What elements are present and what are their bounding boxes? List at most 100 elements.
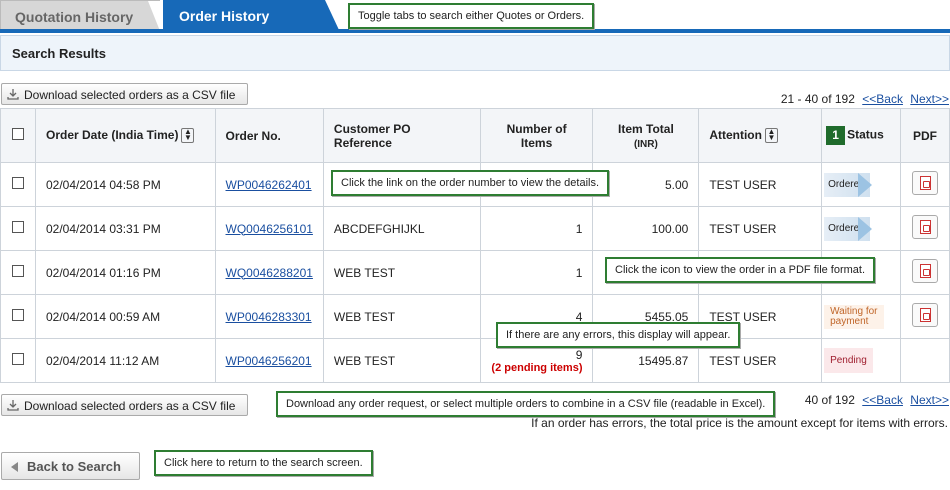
status-cell: Waiting for payment xyxy=(821,294,901,339)
row-checkbox[interactable] xyxy=(11,265,24,277)
row-checkbox[interactable] xyxy=(11,221,24,233)
callout-back: Click here to return to the search scree… xyxy=(154,450,373,476)
status-badge: Ordered xyxy=(824,216,873,241)
row-checkbox-cell xyxy=(0,162,36,207)
order-no-header: Order No. xyxy=(214,108,324,163)
status-cell: Ordered xyxy=(821,162,901,207)
pager-range: 40 of 192 xyxy=(804,393,855,407)
select-all-checkbox[interactable] xyxy=(11,128,24,140)
table-row: 02/04/2014 11:12 AM WP0046256201 WEB TES… xyxy=(0,338,950,383)
tab-underline xyxy=(0,29,950,33)
back-to-search-label: Back to Search xyxy=(27,459,121,474)
order-number-link[interactable]: WQ0046256101 xyxy=(226,222,313,236)
tab-order-history[interactable]: Order History xyxy=(163,0,339,30)
callout-errors: If there are any errors, this display wi… xyxy=(496,322,741,348)
download-csv-button-bottom[interactable]: Download selected orders as a CSV file xyxy=(1,394,248,416)
order-date: 02/04/2014 01:16 PM xyxy=(34,250,216,295)
status-line2: payment xyxy=(830,315,869,327)
pdf-icon[interactable] xyxy=(911,215,938,239)
order-date-header: Order Date (India Time) ▲ ▼ xyxy=(34,108,216,163)
customer-po: ABCDEFGHIJKL xyxy=(322,206,481,251)
item-total: 100.00 xyxy=(592,206,700,251)
row-checkbox[interactable] xyxy=(11,309,24,321)
table-row: 02/04/2014 00:59 AM WP0046283301 WEB TES… xyxy=(0,294,950,339)
item-total-header-line1: Item Total xyxy=(618,121,674,136)
callout-csv: Download any order request, or select mu… xyxy=(276,391,776,417)
pdf-cell xyxy=(899,162,950,207)
order-number-link[interactable]: WP0046283301 xyxy=(226,310,312,324)
order-no-cell: WQ0046256101 xyxy=(214,206,324,251)
status-cell: Ordered xyxy=(821,206,901,251)
pager-range: 21 - 40 of 192 xyxy=(780,92,855,106)
sort-icon[interactable]: ▲ ▼ xyxy=(181,128,195,144)
sort-icon[interactable]: ▲ ▼ xyxy=(764,128,778,144)
orders-table: Order Date (India Time) ▲ ▼ Order No. Cust… xyxy=(0,108,950,383)
order-no-cell: WP0046283301 xyxy=(214,294,324,339)
order-date-header-label: Order Date (India Time) xyxy=(45,127,179,142)
order-number-link[interactable]: WP0046262401 xyxy=(226,178,312,192)
pager-back-link[interactable]: <<Back xyxy=(862,92,903,106)
order-number-link[interactable]: WP0046256201 xyxy=(226,354,312,368)
row-checkbox-cell xyxy=(0,206,36,251)
pager-top: 21 - 40 of 192 <<Back Next>> xyxy=(781,92,949,106)
order-date: 02/04/2014 11:12 AM xyxy=(34,338,216,383)
pager-next-link[interactable]: Next>> xyxy=(910,393,949,407)
row-checkbox[interactable] xyxy=(11,177,24,189)
customer-po-header: Customer PO Reference xyxy=(322,108,481,163)
back-to-search-button[interactable]: Back to Search xyxy=(1,452,140,480)
pdf-cell xyxy=(899,250,950,295)
download-icon xyxy=(7,89,19,100)
row-checkbox-cell xyxy=(0,338,36,383)
customer-po-header-line2: Reference xyxy=(333,135,392,150)
pager-back-link[interactable]: <<Back xyxy=(862,393,903,407)
status-badge: Ordered xyxy=(824,172,873,197)
tab-quotation-history[interactable]: Quotation History xyxy=(0,0,160,31)
status-badge: Pending xyxy=(824,348,873,373)
pdf-icon[interactable] xyxy=(911,259,938,283)
pdf-cell xyxy=(899,294,950,339)
row-checkbox[interactable] xyxy=(11,353,24,365)
download-icon xyxy=(7,400,19,411)
attention-header: Attention ▲ ▼ xyxy=(698,108,823,163)
attention: TEST USER xyxy=(698,162,823,207)
status-header-label: Status xyxy=(847,127,884,142)
pager-bottom: 40 of 192 <<Back Next>> xyxy=(805,393,949,407)
pager-next-link[interactable]: Next>> xyxy=(910,92,949,106)
pdf-cell xyxy=(899,206,950,251)
order-date: 02/04/2014 03:31 PM xyxy=(34,206,216,251)
customer-po: WEB TEST xyxy=(322,250,481,295)
pdf-icon[interactable] xyxy=(911,303,938,327)
order-date: 02/04/2014 04:58 PM xyxy=(34,162,216,207)
items-header-line1: Number of xyxy=(506,121,567,136)
status-badge: Waiting for payment xyxy=(824,304,884,329)
status-number-badge: 1 xyxy=(826,126,846,145)
attention: TEST USER xyxy=(698,206,823,251)
order-no-cell: WP0046262401 xyxy=(214,162,324,207)
table-row: 02/04/2014 03:31 PM WQ0046256101 ABCDEFG… xyxy=(0,206,950,251)
table-header-row: Order Date (India Time) ▲ ▼ Order No. Cust… xyxy=(0,108,950,163)
back-arrow-icon xyxy=(11,462,18,472)
order-number-link[interactable]: WQ0046288201 xyxy=(226,266,313,280)
customer-po: WEB TEST xyxy=(322,294,481,339)
pdf-icon[interactable] xyxy=(911,171,938,195)
items-header: Number of Items xyxy=(479,108,594,163)
row-checkbox-cell xyxy=(0,294,36,339)
row-checkbox-cell xyxy=(0,250,36,295)
callout-pdf: Click the icon to view the order in a PD… xyxy=(605,257,876,283)
callout-order-link: Click the link on the order number to vi… xyxy=(331,170,610,196)
pending-items-note: (2 pending items) xyxy=(491,361,583,374)
download-csv-button-top[interactable]: Download selected orders as a CSV file xyxy=(1,83,248,105)
item-total-header: Item Total (INR) xyxy=(592,108,700,163)
status-header: 1 Status xyxy=(821,108,901,163)
item-count: 1 xyxy=(479,206,594,251)
pdf-header: PDF xyxy=(899,108,950,163)
item-total-header-line2: (INR) xyxy=(633,138,658,150)
order-no-cell: WP0046256201 xyxy=(214,338,324,383)
customer-po-header-line1: Customer PO xyxy=(333,121,411,136)
download-csv-label: Download selected orders as a CSV file xyxy=(24,88,236,102)
pdf-cell xyxy=(899,338,950,383)
items-header-line2: Items xyxy=(520,135,553,150)
status-cell: Pending xyxy=(821,338,901,383)
order-no-cell: WQ0046288201 xyxy=(214,250,324,295)
order-date: 02/04/2014 00:59 AM xyxy=(34,294,216,339)
